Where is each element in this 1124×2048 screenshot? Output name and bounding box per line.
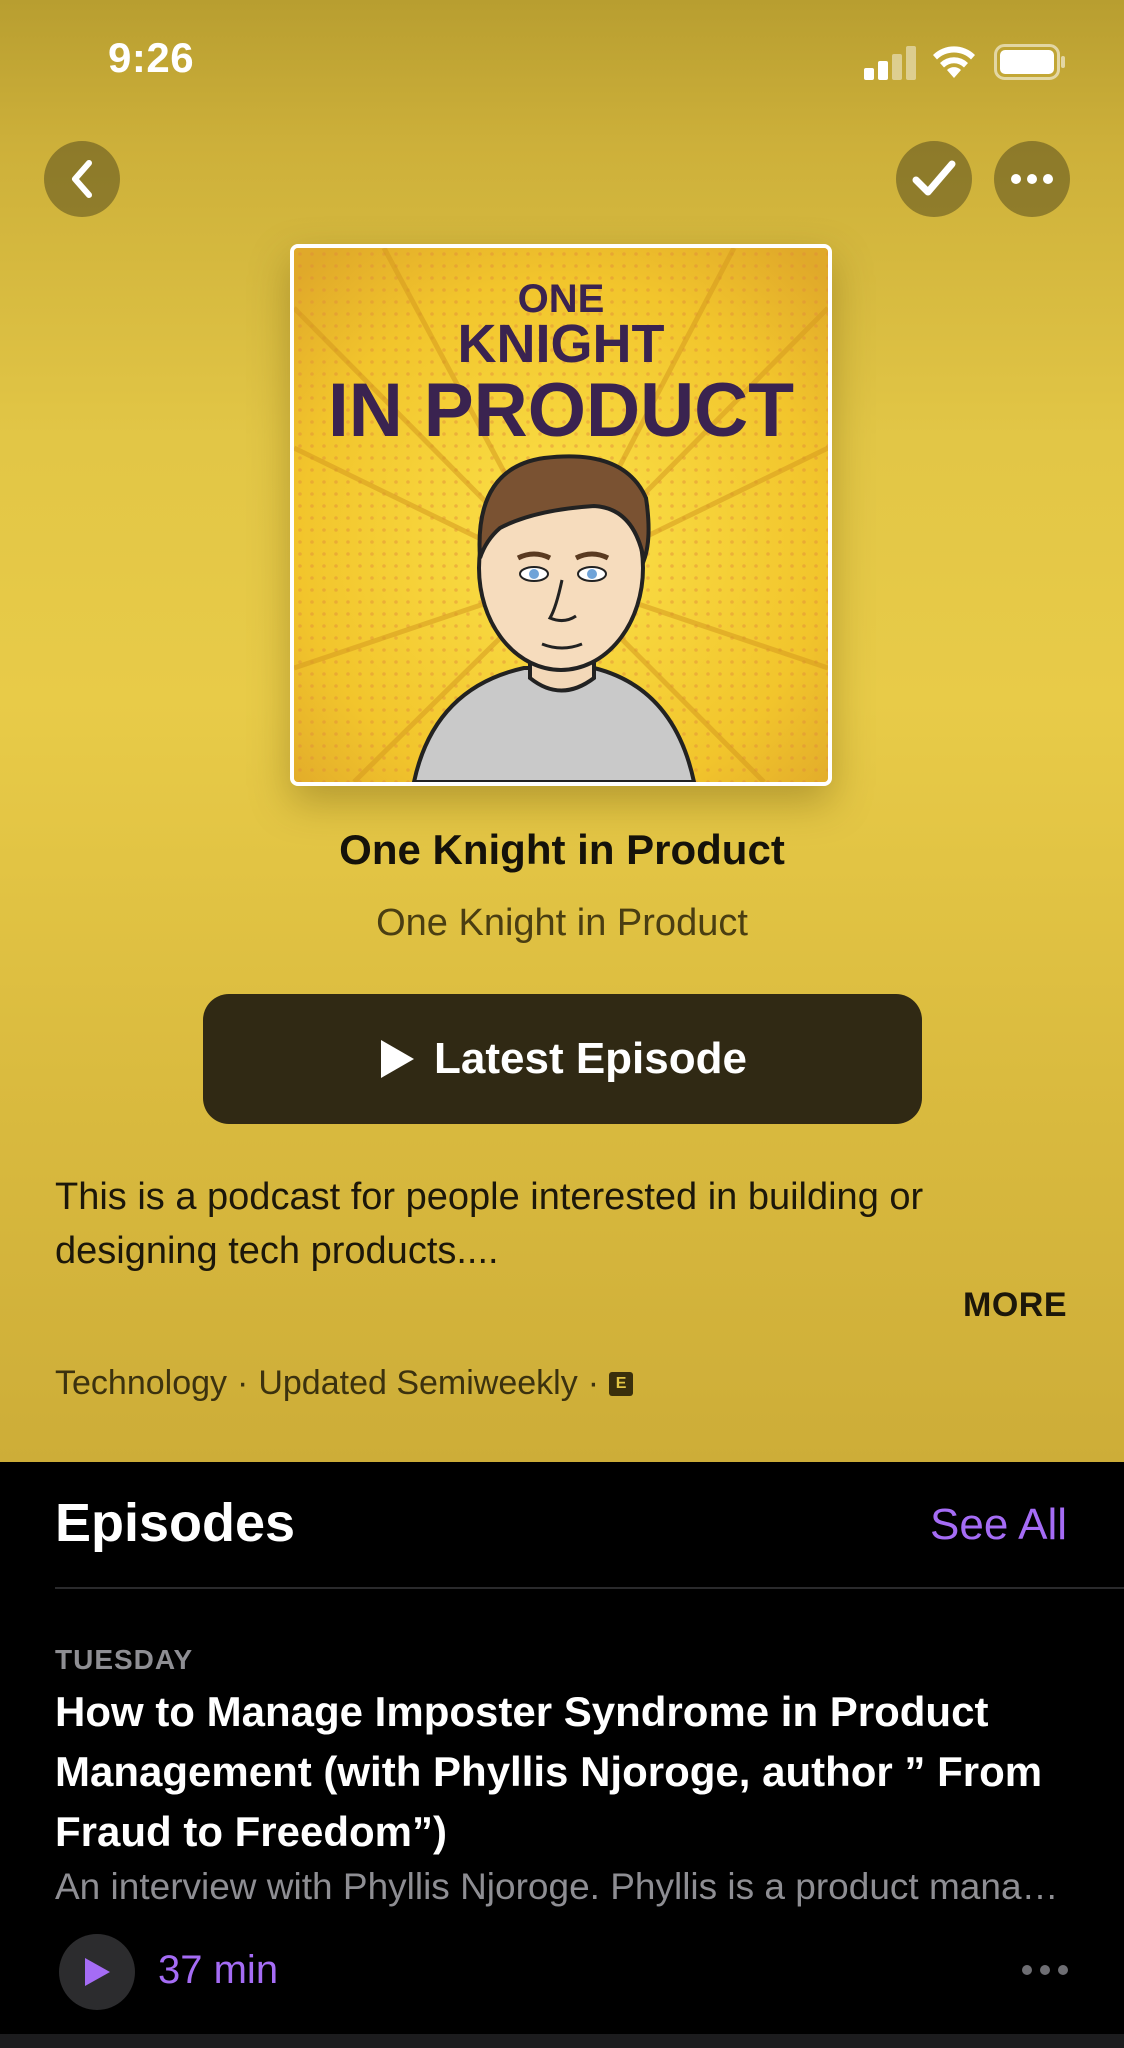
divider [55, 1587, 1124, 1589]
see-all-button[interactable]: See All [930, 1500, 1067, 1550]
more-options-button[interactable] [994, 141, 1070, 217]
back-button[interactable] [44, 141, 120, 217]
latest-episode-button[interactable]: Latest Episode [203, 994, 922, 1124]
checkmark-icon [912, 160, 956, 196]
podcast-author-link[interactable]: One Knight in Product [0, 902, 1124, 945]
status-time: 9:26 [108, 34, 195, 81]
artwork-title-line-2: KNIGHT [458, 314, 665, 374]
cellular-signal-icon [864, 46, 916, 80]
podcast-description: This is a podcast for people interested … [55, 1176, 924, 1272]
latest-episode-label: Latest Episode [434, 1034, 747, 1083]
mini-player-edge [0, 2034, 1124, 2048]
ellipsis-icon[interactable] [1020, 1958, 1070, 1982]
artwork-title-line-3: IN PRODUCT [328, 368, 794, 453]
status-bar: 9:26 [0, 0, 1124, 120]
meta-separator: · [587, 1364, 600, 1402]
play-icon [85, 1958, 110, 1986]
episode-title[interactable]: How to Manage Imposter Syndrome in Produ… [55, 1682, 1085, 1862]
episode-play-button[interactable] [59, 1934, 135, 2010]
podcast-header: 9:26 ONE KNIGHT IN PRODUCT One Knight in… [0, 0, 1124, 1462]
chevron-left-icon [72, 160, 92, 198]
meta-separator: · [237, 1364, 249, 1402]
category-label[interactable]: Technology [55, 1364, 227, 1403]
episode-date: TUESDAY [55, 1644, 194, 1675]
podcast-artwork[interactable]: ONE KNIGHT IN PRODUCT [290, 244, 832, 786]
more-description-button[interactable]: MORE [963, 1286, 1067, 1325]
wifi-icon [933, 46, 975, 78]
podcast-metadata: Technology · Updated Semiweekly · E [55, 1364, 634, 1403]
play-icon [381, 1040, 415, 1078]
explicit-badge: E [609, 1371, 634, 1396]
subscribed-button[interactable] [896, 141, 972, 217]
podcast-title: One Knight in Product [339, 826, 785, 873]
ellipsis-icon [1011, 174, 1053, 184]
update-frequency: Updated Semiweekly [258, 1364, 578, 1402]
episode-summary: An interview with Phyllis Njoroge. Phyll… [55, 1866, 1065, 1907]
episodes-heading: Episodes [55, 1493, 296, 1553]
artwork-illustration: ONE KNIGHT IN PRODUCT [294, 248, 828, 782]
episode-duration: 37 min [158, 1948, 279, 1992]
battery-icon [994, 44, 1065, 80]
